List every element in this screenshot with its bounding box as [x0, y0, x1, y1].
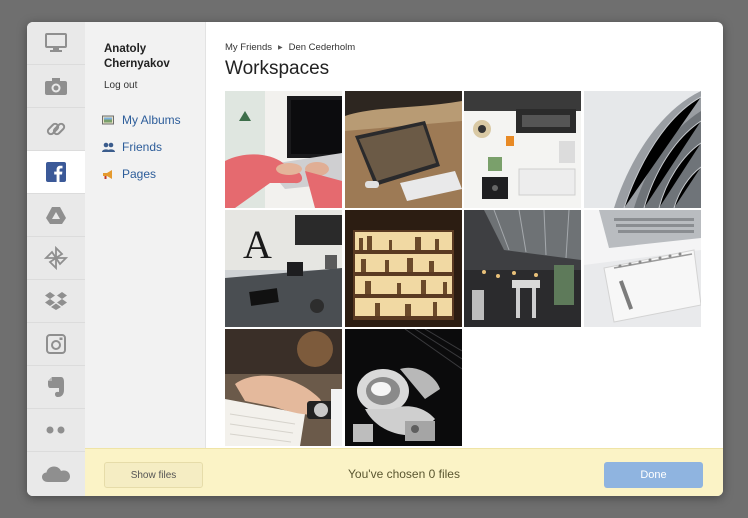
writing-hand-photo[interactable]: [225, 329, 342, 446]
main-content: My Friends ▶ Den Cederholm Workspaces A: [206, 22, 723, 448]
file-picker-dialog: Anatoly Chernyakov Log out My Albums Fri…: [27, 22, 723, 496]
desk-topdown-photo[interactable]: [464, 91, 581, 208]
nav-label: Pages: [122, 167, 157, 181]
evernote-icon: [48, 377, 64, 397]
service-more[interactable]: [27, 409, 85, 452]
user-name: Anatoly Chernyakov: [104, 43, 170, 70]
link-icon: [46, 122, 66, 136]
computer-icon: [45, 33, 67, 52]
pinwheel-icon: [44, 246, 68, 270]
nav-my-albums[interactable]: My Albums: [102, 113, 181, 127]
done-button[interactable]: Done: [604, 462, 703, 488]
service-dropbox[interactable]: [27, 280, 85, 323]
dark-desk-photo[interactable]: A: [225, 210, 342, 327]
bookshelf-photo[interactable]: [345, 210, 462, 327]
desk-laptop-keyboard-photo[interactable]: [345, 91, 462, 208]
cloud-icon: [42, 466, 70, 482]
facebook-icon: [46, 162, 66, 182]
nav-label: Friends: [122, 140, 163, 154]
service-camera[interactable]: [27, 65, 85, 108]
instagram-icon: [46, 334, 66, 354]
albums-icon: [102, 115, 115, 126]
laptop-typing-photo[interactable]: [225, 91, 342, 208]
nav-friends[interactable]: Friends: [102, 140, 162, 154]
spacesuit-photo[interactable]: [345, 329, 462, 446]
services-sidebar: [27, 22, 86, 496]
friends-icon: [102, 142, 115, 153]
service-link[interactable]: [27, 108, 85, 151]
dropbox-icon: [45, 292, 67, 310]
service-computer[interactable]: [27, 22, 85, 65]
nav-pages[interactable]: Pages: [102, 167, 156, 181]
album-title: Workspaces: [225, 58, 330, 79]
svg-text:A: A: [243, 222, 272, 267]
selection-footer: Show files You've chosen 0 files Done: [85, 448, 723, 496]
service-instagram[interactable]: [27, 323, 85, 366]
notebook-laptop-photo[interactable]: [584, 210, 701, 327]
logout-link[interactable]: Log out: [104, 80, 137, 91]
pages-icon: [102, 169, 115, 180]
breadcrumb: My Friends ▶ Den Cederholm: [225, 42, 355, 53]
breadcrumb-separator-icon: ▶: [277, 45, 283, 51]
service-cloud[interactable]: [27, 452, 85, 496]
service-pinwheel[interactable]: [27, 237, 85, 280]
account-panel: Anatoly Chernyakov Log out My Albums Fri…: [85, 22, 206, 448]
breadcrumb-current: Den Cederholm: [288, 42, 356, 53]
service-evernote[interactable]: [27, 366, 85, 409]
service-facebook[interactable]: [27, 151, 86, 194]
cafe-interior-photo[interactable]: [464, 210, 581, 327]
google-drive-icon: [46, 206, 66, 224]
building-facade-photo[interactable]: [584, 91, 701, 208]
camera-icon: [45, 77, 67, 95]
breadcrumb-parent[interactable]: My Friends: [225, 42, 272, 53]
nav-label: My Albums: [122, 113, 181, 127]
service-google-drive[interactable]: [27, 194, 85, 237]
more-dots-icon: [46, 426, 65, 434]
